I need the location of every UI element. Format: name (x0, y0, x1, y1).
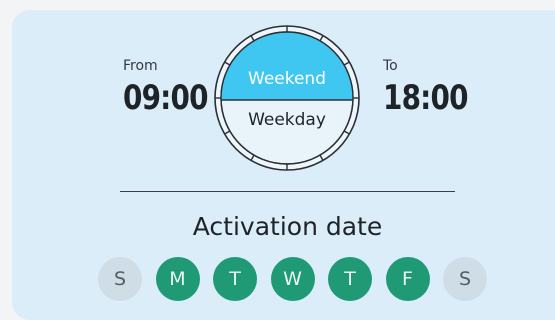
from-time-value[interactable]: 09:00 (123, 78, 208, 118)
schedule-dial[interactable] (213, 24, 361, 172)
from-time-block[interactable]: From 09:00 (123, 58, 226, 118)
day-toggle-fri[interactable]: F (385, 257, 430, 301)
to-time-value[interactable]: 18:00 (383, 78, 468, 118)
activation-date-title: Activation date (192, 212, 383, 241)
day-toggle-mon[interactable]: M (155, 257, 200, 301)
weekday-mode-label[interactable]: Weekday (213, 110, 361, 130)
to-label: To (383, 58, 398, 74)
day-toggle-tue[interactable]: T (213, 257, 257, 301)
day-toggle-wed[interactable]: W (270, 257, 315, 301)
divider (120, 191, 455, 192)
to-time-block[interactable]: To 18:00 (383, 58, 486, 118)
day-toggle-sun[interactable]: S (98, 257, 142, 301)
day-toggle-thu[interactable]: T (328, 257, 372, 301)
day-selector: SMTWTFS (98, 257, 487, 301)
day-toggle-sat[interactable]: S (443, 257, 487, 301)
weekend-mode-label[interactable]: Weekend (213, 69, 361, 89)
from-label: From (123, 58, 158, 74)
